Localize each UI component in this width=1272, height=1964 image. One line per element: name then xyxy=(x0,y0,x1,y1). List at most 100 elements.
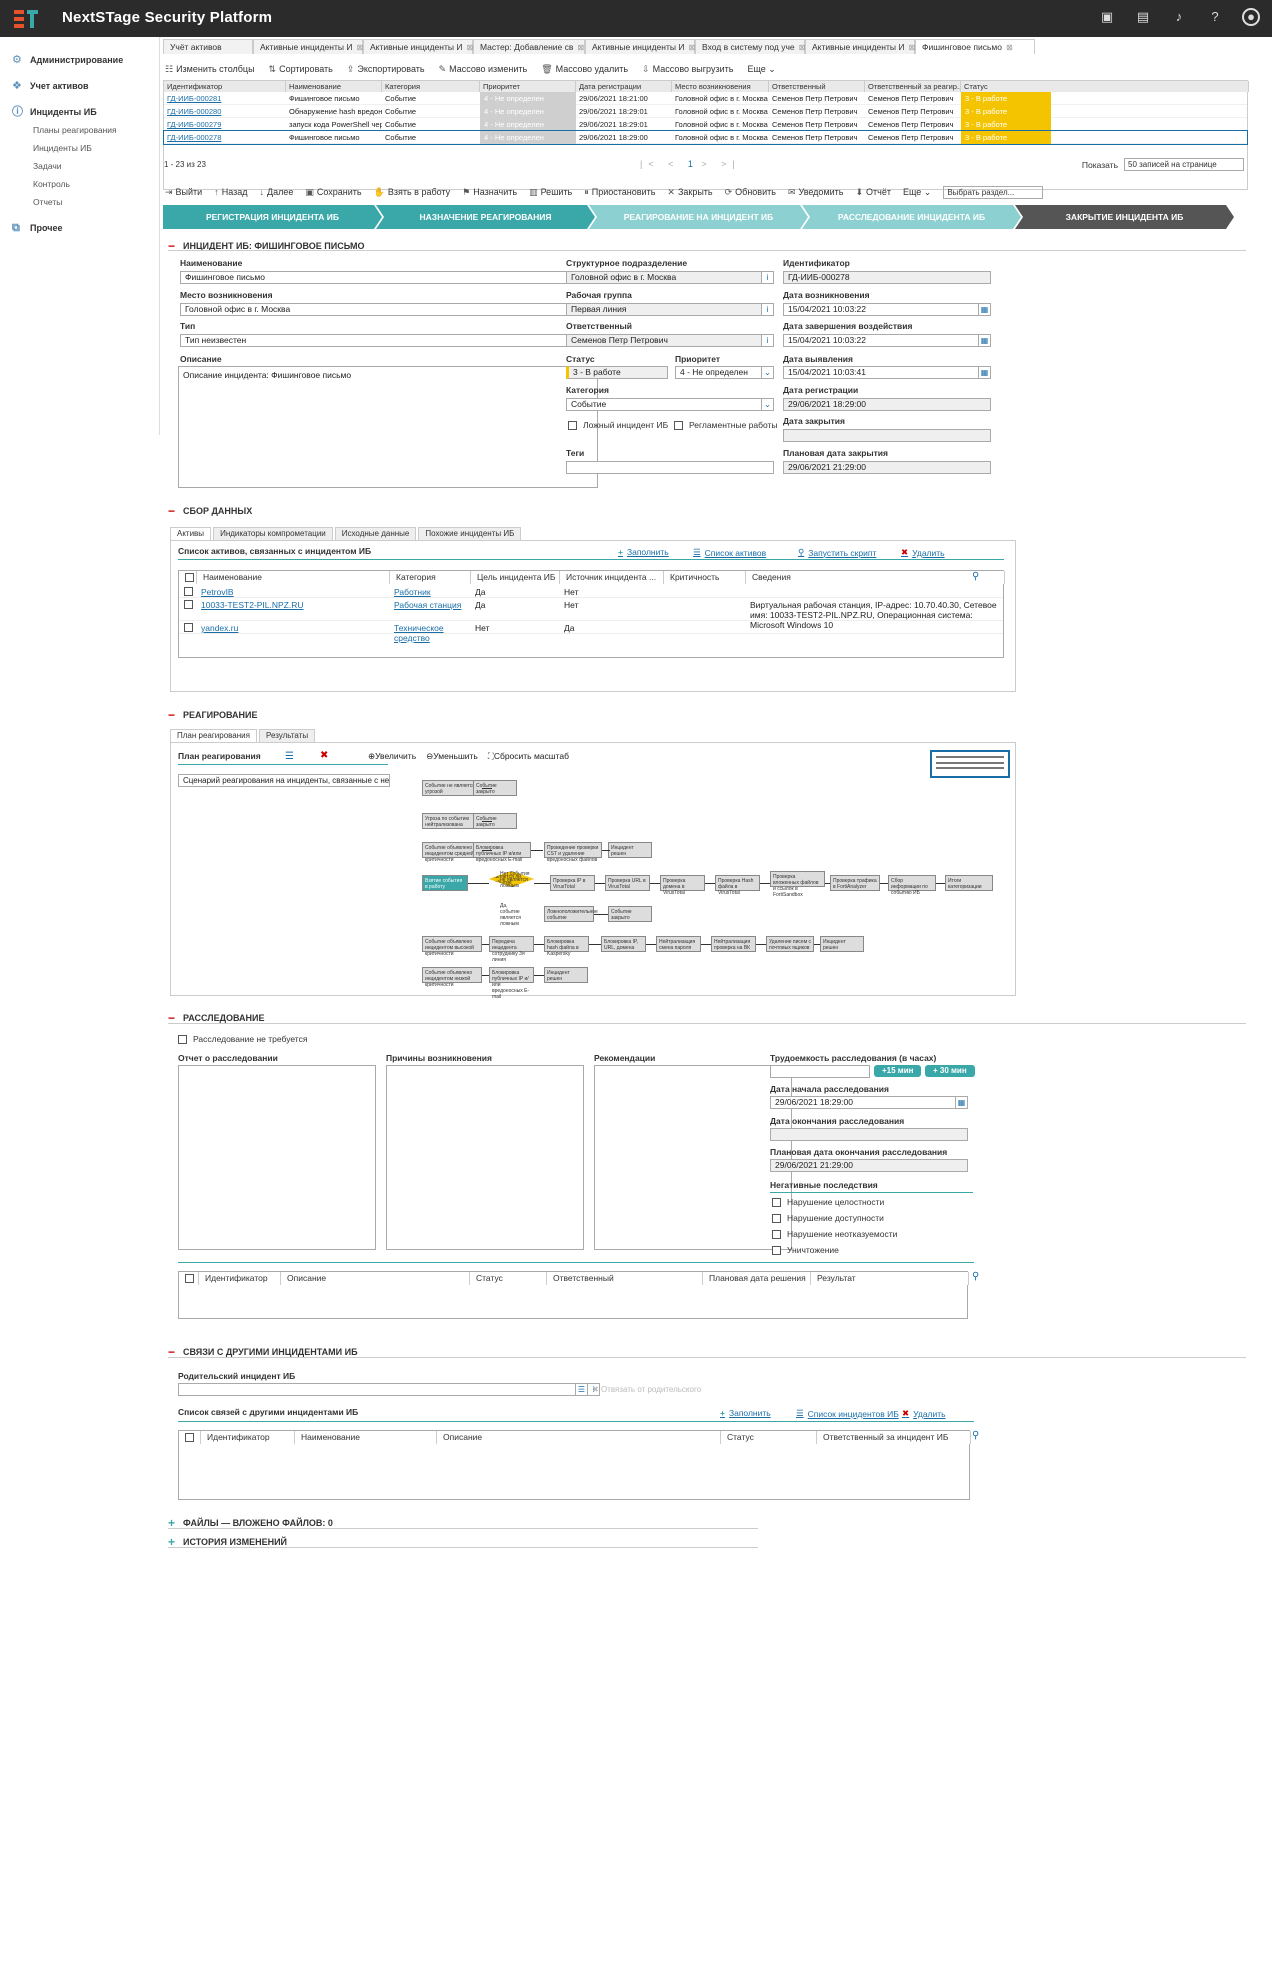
flow-node[interactable]: Событие объявлено инцидентом низкой крит… xyxy=(422,967,482,988)
search-icon[interactable]: ⚲ xyxy=(972,1430,979,1441)
col-header-link-resp[interactable]: Ответственный за инцидент ИБ xyxy=(817,1431,971,1444)
row-checkbox[interactable] xyxy=(184,623,193,632)
col-header-id[interactable]: Идентификатор xyxy=(164,81,286,92)
close-icon[interactable]: ⊠ xyxy=(577,43,584,52)
more-button[interactable]: Еще ⌄ xyxy=(903,187,931,198)
flow-node[interactable]: Проверка Hash файла в VirusTotal xyxy=(715,875,760,896)
flow-node[interactable]: Проверка URL в VirusTotal xyxy=(605,875,650,891)
start-date-field[interactable]: 29/06/2021 18:29:00 ▦ xyxy=(770,1096,968,1109)
edit-columns-button[interactable]: ☷ Изменить столбцы xyxy=(165,64,255,75)
col-header-asset-name[interactable]: Наименование xyxy=(197,571,390,584)
sidebar-item-admin[interactable]: ⚙ Администрирование xyxy=(0,51,159,69)
tab-wizard[interactable]: Мастер: Добавление св ⊠ xyxy=(473,39,585,54)
back-button[interactable]: ↑ Назад xyxy=(214,187,247,197)
bulk-delete-button[interactable]: 🗑 Массово удалить xyxy=(541,64,628,75)
window-icon[interactable]: ▤ xyxy=(1134,8,1152,26)
list-icon[interactable]: ☰ xyxy=(285,751,294,762)
sort-button[interactable]: ⇅ Сортировать xyxy=(269,64,333,75)
unit-field[interactable]: Головной офис в г. Москва i xyxy=(566,271,774,284)
help-icon[interactable]: ? xyxy=(1206,8,1224,26)
close-icon[interactable]: ⊠ xyxy=(1006,43,1013,52)
col-header-status[interactable]: Статус xyxy=(961,81,1249,92)
tab-incidents-2[interactable]: Активные инциденты И ⊠ xyxy=(363,39,473,54)
reg-date-field[interactable]: 29/06/2021 18:29:00 xyxy=(783,398,991,411)
tab-iocs[interactable]: Индикаторы компрометации xyxy=(213,527,333,540)
tags-field[interactable] xyxy=(566,461,774,474)
table-row[interactable]: ГД-ИИБ-000280Обнаружение hash вредонос..… xyxy=(164,105,1247,118)
section-select[interactable]: Выбрать раздел... xyxy=(943,185,1044,199)
pause-button[interactable]: ⏸ Приостановить xyxy=(584,187,655,198)
exit-button[interactable]: ⇥ Выйти xyxy=(165,187,202,198)
col-header-criticality[interactable]: Критичность xyxy=(664,571,746,584)
flow-node[interactable]: Проверка IP в VirusTotal xyxy=(550,875,595,891)
table-cell[interactable]: Техническое средство xyxy=(390,623,471,643)
add-30-button[interactable]: + 30 мин xyxy=(925,1065,975,1077)
report-field[interactable] xyxy=(178,1065,376,1250)
col-header-task-plan[interactable]: Плановая дата решения xyxy=(703,1272,811,1285)
table-row[interactable]: yandex.ru Техническое средство Нет Да xyxy=(179,621,1003,643)
next-button[interactable]: ↓ Далее xyxy=(260,187,294,197)
name-field[interactable]: *Фишинговое письмо☰ xyxy=(180,271,598,284)
bulk-export-button[interactable]: ⇩ Массово выгрузить xyxy=(642,64,733,75)
flow-node[interactable]: Блокировка публичных IP и/или вредоносны… xyxy=(489,967,534,1000)
flow-node[interactable]: Инцидент решен xyxy=(544,967,588,983)
step-response[interactable]: РЕАГИРОВАНИЕ НА ИНЦИДЕНТ ИБ xyxy=(589,205,808,229)
id-card-icon[interactable]: ▣ xyxy=(1098,8,1116,26)
sidebar-sub-plans[interactable]: Планы реагирования xyxy=(0,121,159,139)
flow-node[interactable]: Да, событие является ложным xyxy=(498,901,526,927)
col-header-priority[interactable]: Приоритет xyxy=(480,81,576,92)
step-assignment[interactable]: НАЗНАЧЕНИЕ РЕАГИРОВАНИЯ xyxy=(376,205,595,229)
recommendations-field[interactable] xyxy=(594,1065,792,1250)
col-header-resp-react[interactable]: Ответственный за реагир... xyxy=(865,81,961,92)
table-cell[interactable]: ГД-ИИБ-000278 xyxy=(164,131,286,144)
table-row[interactable]: 10033-TEST2-PIL.NPZ.RU Рабочая станция Да Н… xyxy=(179,598,1003,630)
page-size-select[interactable]: 50 записей на странице xyxy=(1124,158,1244,171)
select-all-checkbox[interactable] xyxy=(179,571,197,584)
assets-list-button[interactable]: ☰ Список активов xyxy=(693,547,766,558)
tab-incidents-3[interactable]: Активные инциденты И ⊠ xyxy=(585,39,695,54)
delete-button[interactable]: ✖ Удалить xyxy=(901,547,945,558)
search-icon[interactable]: ⚲ xyxy=(972,1271,979,1282)
flow-node[interactable]: Нет события не является ложным xyxy=(498,869,538,889)
neg-destruction-checkbox[interactable]: Уничтожение xyxy=(772,1245,839,1255)
priority-select[interactable]: *4 - Не определен⌄ xyxy=(675,366,774,379)
run-script-button[interactable]: ⚲ Запустить скрипт xyxy=(798,547,876,558)
sidebar-item-assets[interactable]: ❖ Учет активов xyxy=(0,77,159,95)
tab-login[interactable]: Вход в систему под уче ⊠ xyxy=(695,39,805,54)
delete-icon[interactable]: ✖ xyxy=(320,750,328,761)
flow-node[interactable]: Нейтрализация проверка на ВК xyxy=(711,936,756,952)
impact-end-field[interactable]: 15/04/2021 10:03:22 ▦ xyxy=(783,334,991,347)
col-header-task-result[interactable]: Результат xyxy=(811,1272,969,1285)
fill-button[interactable]: + Заполнить xyxy=(618,547,669,557)
response-header[interactable]: − РЕАГИРОВАНИЕ xyxy=(168,708,258,722)
sidebar-sub-reports[interactable]: Отчеты xyxy=(0,193,159,211)
col-header-task-status[interactable]: Статус xyxy=(470,1272,547,1285)
search-icon[interactable]: ⚲ xyxy=(972,571,979,582)
tab-incidents-1[interactable]: Активные инциденты И ⊠ xyxy=(253,39,363,54)
not-required-checkbox[interactable]: Расследование не требуется xyxy=(178,1034,307,1044)
table-cell[interactable]: ГД-ИИБ-000279 xyxy=(164,118,286,131)
data-collection-header[interactable]: − СБОР ДАННЫХ xyxy=(168,504,252,518)
flow-node[interactable]: Ложноположительное событие xyxy=(544,906,598,922)
flow-node[interactable]: Взятие события в работу xyxy=(422,875,468,891)
col-header-target[interactable]: Цель инцидента ИБ xyxy=(471,571,560,584)
col-header-details[interactable]: Сведения xyxy=(746,571,1005,584)
responsible-field[interactable]: Семенов Петр Петрович i xyxy=(566,334,774,347)
col-header-link-desc[interactable]: Описание xyxy=(437,1431,721,1444)
col-header-name[interactable]: Наименование xyxy=(286,81,382,92)
tab-response-plan[interactable]: План реагирования xyxy=(170,729,257,742)
col-header-category[interactable]: Категория xyxy=(382,81,480,92)
tab-results[interactable]: Результаты xyxy=(258,729,316,742)
close-date-field[interactable] xyxy=(783,429,991,442)
close-button[interactable]: ✕ Закрыть xyxy=(667,187,712,198)
col-header-source[interactable]: Источник инцидента ... xyxy=(560,571,664,584)
flow-node[interactable]: Передача инцидента сотруднику 3я линия xyxy=(489,936,534,963)
table-cell[interactable]: ГД-ИИБ-000280 xyxy=(164,105,286,118)
routine-checkbox[interactable]: Регламентные работы xyxy=(674,420,778,430)
col-header-place[interactable]: Место возникновения xyxy=(672,81,769,92)
table-row[interactable]: ГД-ИИБ-000278 Фишинговое письмо Событие 4 -… xyxy=(163,130,1248,145)
flow-node[interactable]: Событие закрыто xyxy=(473,780,517,796)
category-select[interactable]: *Событие⌄ xyxy=(566,398,774,411)
neg-integrity-checkbox[interactable]: Нарушение целостности xyxy=(772,1197,884,1207)
bulk-edit-button[interactable]: ✎ Массово изменить xyxy=(439,64,528,75)
